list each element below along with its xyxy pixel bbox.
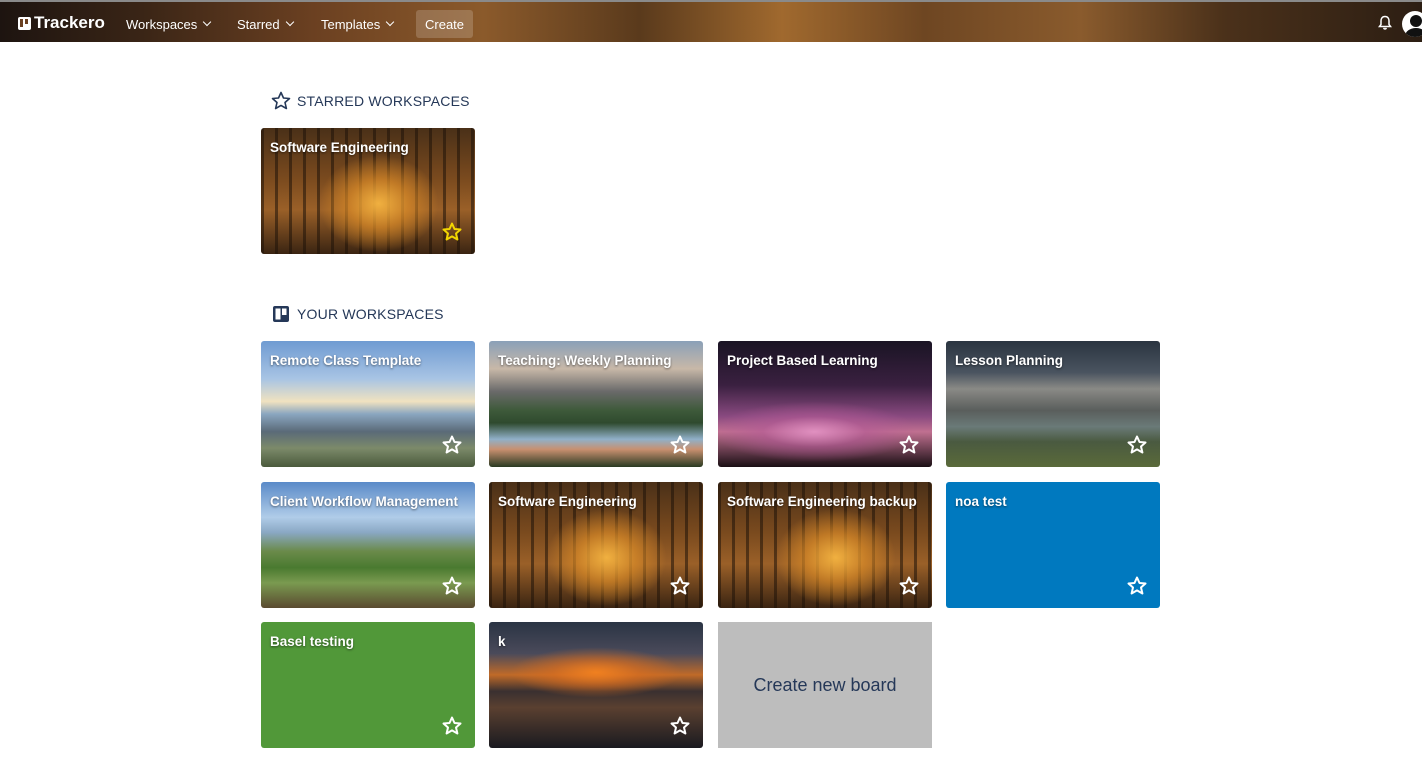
board-tile-software-engineering-backup[interactable]: Software Engineering backup — [718, 482, 932, 608]
starred-section-title: STARRED WORKSPACES — [297, 93, 470, 109]
board-tile-basel-testing[interactable]: Basel testing — [261, 622, 475, 748]
templates-menu-button[interactable]: Templates — [312, 10, 402, 38]
board-title: k — [498, 634, 506, 649]
top-navbar: Trackero Workspaces Starred Templates Cr… — [0, 0, 1422, 42]
create-new-board-tile[interactable]: Create new board — [718, 622, 932, 748]
star-outline-icon[interactable] — [442, 576, 462, 596]
starred-label: Starred — [237, 16, 280, 32]
star-outline-icon[interactable] — [1127, 576, 1147, 596]
star-outline-icon[interactable] — [1127, 435, 1147, 455]
board-title: noa test — [955, 494, 1007, 509]
board-tile-teaching-weekly-planning[interactable]: Teaching: Weekly Planning — [489, 341, 703, 467]
your-section-title: YOUR WORKSPACES — [297, 306, 444, 322]
star-outline-icon[interactable] — [670, 716, 690, 736]
star-outline-icon[interactable] — [670, 576, 690, 596]
board-tile-noa-test[interactable]: noa test — [946, 482, 1160, 608]
star-outline-icon[interactable] — [442, 716, 462, 736]
avatar-body — [1405, 28, 1422, 37]
board-tile-software-engineering[interactable]: Software Engineering — [489, 482, 703, 608]
board-title: Remote Class Template — [270, 353, 422, 368]
chevron-down-icon — [285, 17, 294, 27]
create-new-board-label: Create new board — [753, 674, 897, 695]
board-tile-k[interactable]: k — [489, 622, 703, 748]
your-section-header: YOUR WORKSPACES — [271, 304, 444, 324]
star-outline-icon[interactable] — [899, 435, 919, 455]
chevron-down-icon — [203, 17, 212, 27]
board-title: Software Engineering backup — [727, 494, 917, 509]
board-tile-client-workflow-management[interactable]: Client Workflow Management — [261, 482, 475, 608]
create-button[interactable]: Create — [416, 10, 474, 38]
trackero-logo-icon — [18, 16, 31, 30]
board-icon — [273, 306, 289, 322]
board-tile-remote-class-template[interactable]: Remote Class Template — [261, 341, 475, 467]
starred-section-header: STARRED WORKSPACES — [271, 91, 470, 111]
board-title: Client Workflow Management — [270, 494, 459, 509]
notification-bell-icon[interactable] — [1378, 15, 1392, 31]
board-title: Teaching: Weekly Planning — [498, 353, 672, 368]
board-title: Software Engineering — [498, 494, 637, 509]
star-filled-icon[interactable] — [442, 222, 462, 242]
star-outline-icon[interactable] — [899, 576, 919, 596]
star-outline-icon[interactable] — [442, 435, 462, 455]
templates-label: Templates — [321, 16, 381, 32]
create-label: Create — [425, 16, 465, 32]
board-title: Software Engineering — [270, 140, 409, 155]
board-title: Project Based Learning — [727, 353, 878, 368]
star-outline-icon[interactable] — [670, 435, 690, 455]
starred-menu-button[interactable]: Starred — [228, 10, 302, 38]
trackero-logo[interactable]: Trackero — [18, 13, 105, 33]
workspaces-menu-button[interactable]: Workspaces — [117, 10, 219, 38]
avatar-head — [1410, 15, 1422, 27]
board-title: Basel testing — [270, 634, 355, 649]
user-avatar[interactable] — [1402, 11, 1422, 37]
board-tile-starred-software-engineering[interactable]: Software Engineering — [261, 128, 475, 254]
workspaces-label: Workspaces — [126, 16, 198, 32]
logo-text: Trackero — [34, 13, 105, 32]
board-tile-project-based-learning[interactable]: Project Based Learning — [718, 341, 932, 467]
chevron-down-icon — [386, 17, 395, 27]
star-outline-icon — [271, 91, 291, 110]
board-title: Lesson Planning — [955, 353, 1064, 368]
board-tile-lesson-planning[interactable]: Lesson Planning — [946, 341, 1160, 467]
